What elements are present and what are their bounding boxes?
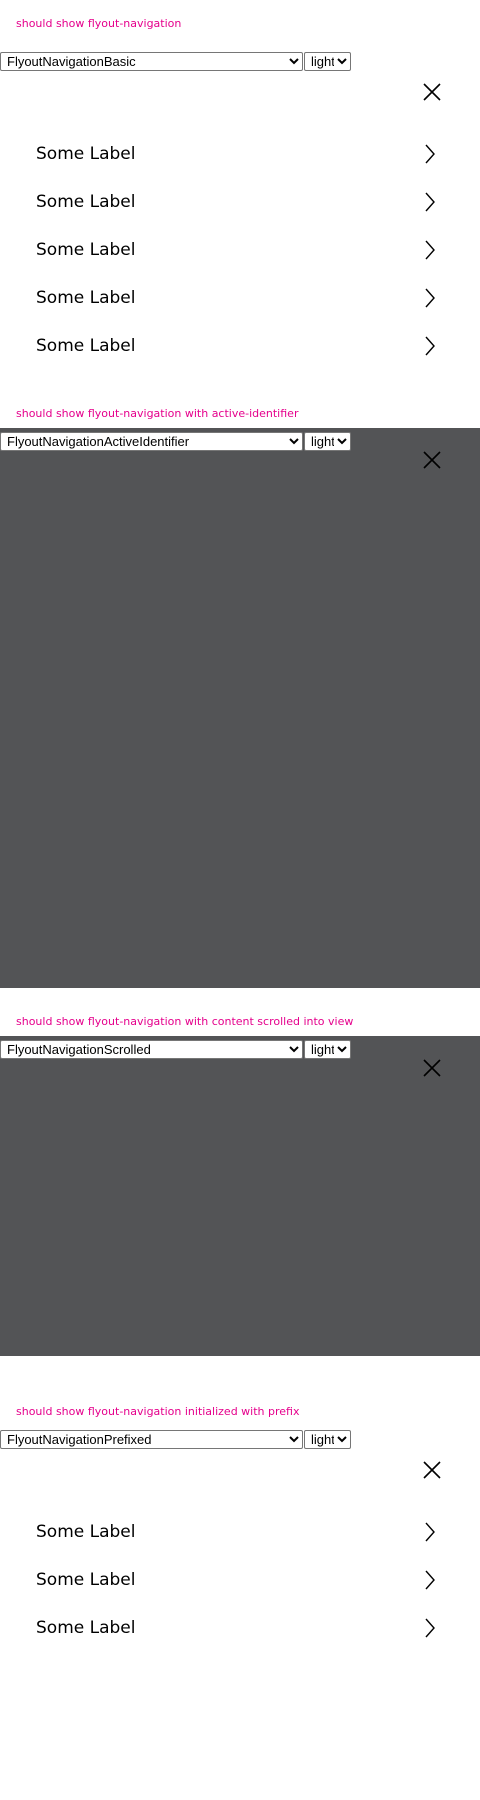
close-button[interactable] [420,80,444,104]
flyout-stage: Some Label Some Label Some Label [0,1450,480,1750]
theme-select[interactable]: light [304,432,351,451]
flyout-stage: FlyoutNavigationScrolled light [0,1036,480,1356]
theme-select[interactable]: light [304,52,351,71]
flyout-nav-item-label: Some Label [36,336,136,356]
test-heading: should show flyout-navigation with activ… [16,407,299,420]
story-controls: FlyoutNavigationActiveIdentifier light [0,432,351,452]
test-heading: should show flyout-navigation with conte… [16,1015,354,1028]
flyout-nav-item-label: Some Label [36,144,136,164]
flyout-stage: Some Label Some Label Some Label Some La… [0,72,480,382]
close-icon [423,1059,441,1077]
close-icon [423,83,441,101]
flyout-nav-item[interactable]: Some Label [0,322,480,370]
flyout-nav-list: Some Label Some Label Some Label Some La… [0,130,480,370]
close-icon [423,1461,441,1479]
flyout-nav-item[interactable]: Some Label [0,1604,480,1652]
chevron-right-icon [424,239,436,261]
theme-select[interactable]: light [304,1430,351,1449]
flyout-nav-item-label: Some Label [36,192,136,212]
test-section-basic: should show flyout-navigation FlyoutNavi… [0,0,480,390]
flyout-nav-item-label: Some Label [36,288,136,308]
flyout-nav-item[interactable]: Some Label [0,130,480,178]
test-heading: should show flyout-navigation [16,17,182,30]
close-button[interactable] [420,1458,444,1482]
theme-select[interactable]: light [304,1040,351,1059]
story-select[interactable]: FlyoutNavigationPrefixed [0,1430,303,1449]
test-section-active-identifier: should show flyout-navigation with activ… [0,390,480,998]
story-select[interactable]: FlyoutNavigationBasic [0,52,303,71]
flyout-nav-item[interactable]: Some Label [0,178,480,226]
test-section-prefixed: should show flyout-navigation initialize… [0,1388,480,1800]
test-section-scrolled: should show flyout-navigation with conte… [0,998,480,1388]
close-icon [423,451,441,469]
flyout-nav-item-label: Some Label [36,1570,136,1590]
flyout-nav-item-label: Some Label [36,1522,136,1542]
flyout-nav-item-label: Some Label [36,1618,136,1638]
story-select[interactable]: FlyoutNavigationScrolled [0,1040,303,1059]
chevron-right-icon [424,143,436,165]
story-controls: FlyoutNavigationPrefixed light [0,1430,480,1450]
flyout-nav-list: Some Label Some Label Some Label [0,1508,480,1652]
chevron-right-icon [424,1617,436,1639]
story-select[interactable]: FlyoutNavigationActiveIdentifier [0,432,303,451]
chevron-right-icon [424,335,436,357]
story-controls: FlyoutNavigationBasic light [0,52,480,72]
chevron-right-icon [424,1569,436,1591]
flyout-nav-item-label: Some Label [36,240,136,260]
story-controls: FlyoutNavigationScrolled light [0,1040,351,1060]
flyout-nav-item[interactable]: Some Label [0,1508,480,1556]
close-button[interactable] [420,448,444,472]
chevron-right-icon [424,287,436,309]
flyout-nav-item[interactable]: Some Label [0,274,480,322]
flyout-nav-item[interactable]: Some Label [0,226,480,274]
chevron-right-icon [424,191,436,213]
chevron-right-icon [424,1521,436,1543]
flyout-stage: FlyoutNavigationActiveIdentifier light [0,428,480,988]
close-button[interactable] [420,1056,444,1080]
flyout-nav-item[interactable]: Some Label [0,1556,480,1604]
test-heading: should show flyout-navigation initialize… [16,1405,300,1418]
